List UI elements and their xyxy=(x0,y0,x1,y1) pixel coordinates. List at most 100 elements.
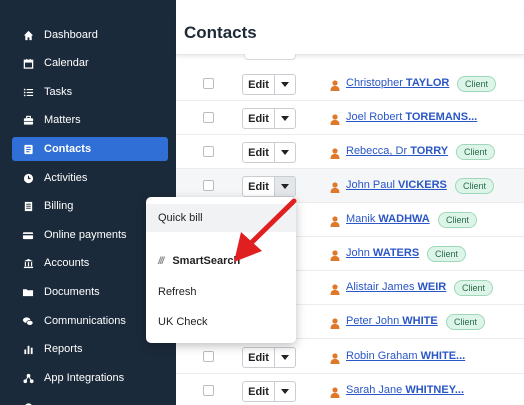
page-title: Contacts xyxy=(184,23,257,42)
sidebar-item-contacts[interactable]: Contacts xyxy=(12,137,168,161)
integrations-icon xyxy=(20,373,36,384)
receipt-icon xyxy=(20,201,36,212)
contact-name-link[interactable]: Robin Graham WHITE... xyxy=(346,350,465,362)
folder-icon xyxy=(20,287,36,298)
contact-name-link[interactable]: Alistair James WEIR xyxy=(346,281,446,293)
person-icon xyxy=(330,351,340,369)
row-checkbox[interactable] xyxy=(203,180,214,191)
contact-name-link[interactable]: Peter John WHITE xyxy=(346,315,438,327)
table-row: Edit Rebecca, Dr TORRY Client xyxy=(176,135,524,169)
dropdown-toggle-button[interactable] xyxy=(275,109,295,128)
status-badge: Client xyxy=(456,144,496,160)
menu-item-refresh[interactable]: Refresh xyxy=(146,278,296,306)
contact-first-name: Sarah Jane xyxy=(346,384,403,396)
contact-last-name: TAYLOR xyxy=(405,77,450,89)
dropdown-toggle-button[interactable] xyxy=(275,177,295,196)
edit-button-group: Edit xyxy=(242,74,296,95)
person-icon xyxy=(330,214,340,232)
dropdown-toggle-button[interactable] xyxy=(275,75,295,94)
caret-down-icon xyxy=(281,116,289,121)
edit-button[interactable]: Edit xyxy=(243,177,275,196)
person-icon xyxy=(330,282,340,300)
sidebar-item-tasks[interactable]: Tasks xyxy=(12,80,168,104)
contact-last-name: TORRY xyxy=(410,145,449,157)
sidebar-item-online-payments[interactable]: Online payments xyxy=(12,223,168,247)
person-icon xyxy=(330,385,340,403)
contact-name-link[interactable]: Joel Robert TOREMANS... xyxy=(346,111,477,123)
status-badge: Client xyxy=(427,246,467,262)
edit-button[interactable]: Edit xyxy=(243,143,275,162)
bar-chart-icon xyxy=(20,344,36,355)
chat-icon xyxy=(20,316,36,327)
edit-button[interactable]: Edit xyxy=(243,348,275,367)
contact-first-name: Robin Graham xyxy=(346,350,418,362)
contact-name-link[interactable]: John WATERS xyxy=(346,247,419,259)
annotation-arrow-icon xyxy=(234,198,297,262)
sidebar-item-accounts[interactable]: Accounts xyxy=(12,251,168,275)
person-icon xyxy=(330,112,340,130)
edit-button-group: Edit xyxy=(242,142,296,163)
sidebar-item-label: Dashboard xyxy=(44,29,98,41)
contact-name-link[interactable]: Sarah Jane WHITNEY... xyxy=(346,384,464,396)
caret-down-icon xyxy=(281,82,289,87)
contact-last-name: WATERS xyxy=(372,247,420,259)
contact-first-name: Rebecca, Dr xyxy=(346,145,408,157)
sidebar-item-reports[interactable]: Reports xyxy=(12,337,168,361)
contact-last-name: WEIR xyxy=(417,281,447,293)
row-checkbox[interactable] xyxy=(203,385,214,396)
row-checkbox[interactable] xyxy=(203,112,214,123)
bank-icon xyxy=(20,258,36,269)
sidebar-item-label: Accounts xyxy=(44,257,90,269)
sidebar-item-communications[interactable]: Communications xyxy=(12,309,168,333)
sidebar-item-label: Contacts xyxy=(44,143,92,155)
menu-item-uk-check[interactable]: UK Check xyxy=(146,308,296,336)
edit-button-group: Edit xyxy=(242,347,296,368)
contact-name-link[interactable]: Rebecca, Dr TORRY xyxy=(346,145,448,157)
calendar-icon xyxy=(20,58,36,69)
dropdown-toggle-button[interactable] xyxy=(275,382,295,401)
edit-button[interactable]: Edit xyxy=(243,382,275,401)
edit-button-group: Edit xyxy=(242,108,296,129)
contact-card-icon xyxy=(20,144,36,155)
smartsearch-icon: /// xyxy=(158,255,164,267)
sidebar-item-label: App Integrations xyxy=(44,372,125,384)
sidebar-item-label: Reports xyxy=(44,343,83,355)
status-badge: Client xyxy=(454,280,494,296)
sidebar-item-calendar[interactable]: Calendar xyxy=(12,51,168,75)
person-icon xyxy=(330,78,340,96)
table-row: Edit Christopher TAYLOR Client xyxy=(176,67,524,101)
sidebar-item-matters[interactable]: Matters xyxy=(12,108,168,132)
row-checkbox[interactable] xyxy=(203,78,214,89)
clock-icon xyxy=(20,173,36,184)
edit-button[interactable]: Edit xyxy=(243,109,275,128)
sidebar-item-partial[interactable] xyxy=(12,395,168,405)
status-badge: Client xyxy=(457,76,497,92)
sidebar-item-label: Billing xyxy=(44,200,74,212)
sidebar-item-app-integrations[interactable]: App Integrations xyxy=(12,366,168,390)
contact-name-link[interactable]: John Paul VICKERS xyxy=(346,179,447,191)
dropdown-toggle-button[interactable] xyxy=(275,348,295,367)
row-checkbox[interactable] xyxy=(203,351,214,362)
tasks-icon xyxy=(20,87,36,98)
sidebar-item-activities[interactable]: Activities xyxy=(12,166,168,190)
page-header: Contacts xyxy=(176,11,524,60)
row-checkbox[interactable] xyxy=(203,146,214,157)
contact-first-name: Joel Robert xyxy=(346,111,403,123)
sidebar-item-label: Tasks xyxy=(44,86,73,98)
edit-button[interactable]: Edit xyxy=(243,75,275,94)
gear-icon xyxy=(20,402,36,405)
contact-name-link[interactable]: Manik WADHWA xyxy=(346,213,430,225)
scrolled-button-edge xyxy=(244,54,296,60)
edit-button-group: Edit xyxy=(242,176,296,197)
contact-first-name: Manik xyxy=(346,213,376,225)
dropdown-toggle-button[interactable] xyxy=(275,143,295,162)
contact-last-name: TOREMANS... xyxy=(405,111,478,123)
sidebar-item-documents[interactable]: Documents xyxy=(12,280,168,304)
contact-last-name: WHITE... xyxy=(420,350,466,362)
contact-name-link[interactable]: Christopher TAYLOR xyxy=(346,77,449,89)
status-badge: Client xyxy=(438,212,478,228)
sidebar-item-label: Communications xyxy=(44,315,126,327)
sidebar-item-dashboard[interactable]: Dashboard xyxy=(12,23,168,47)
contact-first-name: Christopher xyxy=(346,77,403,89)
sidebar-item-billing[interactable]: Billing xyxy=(12,194,168,218)
